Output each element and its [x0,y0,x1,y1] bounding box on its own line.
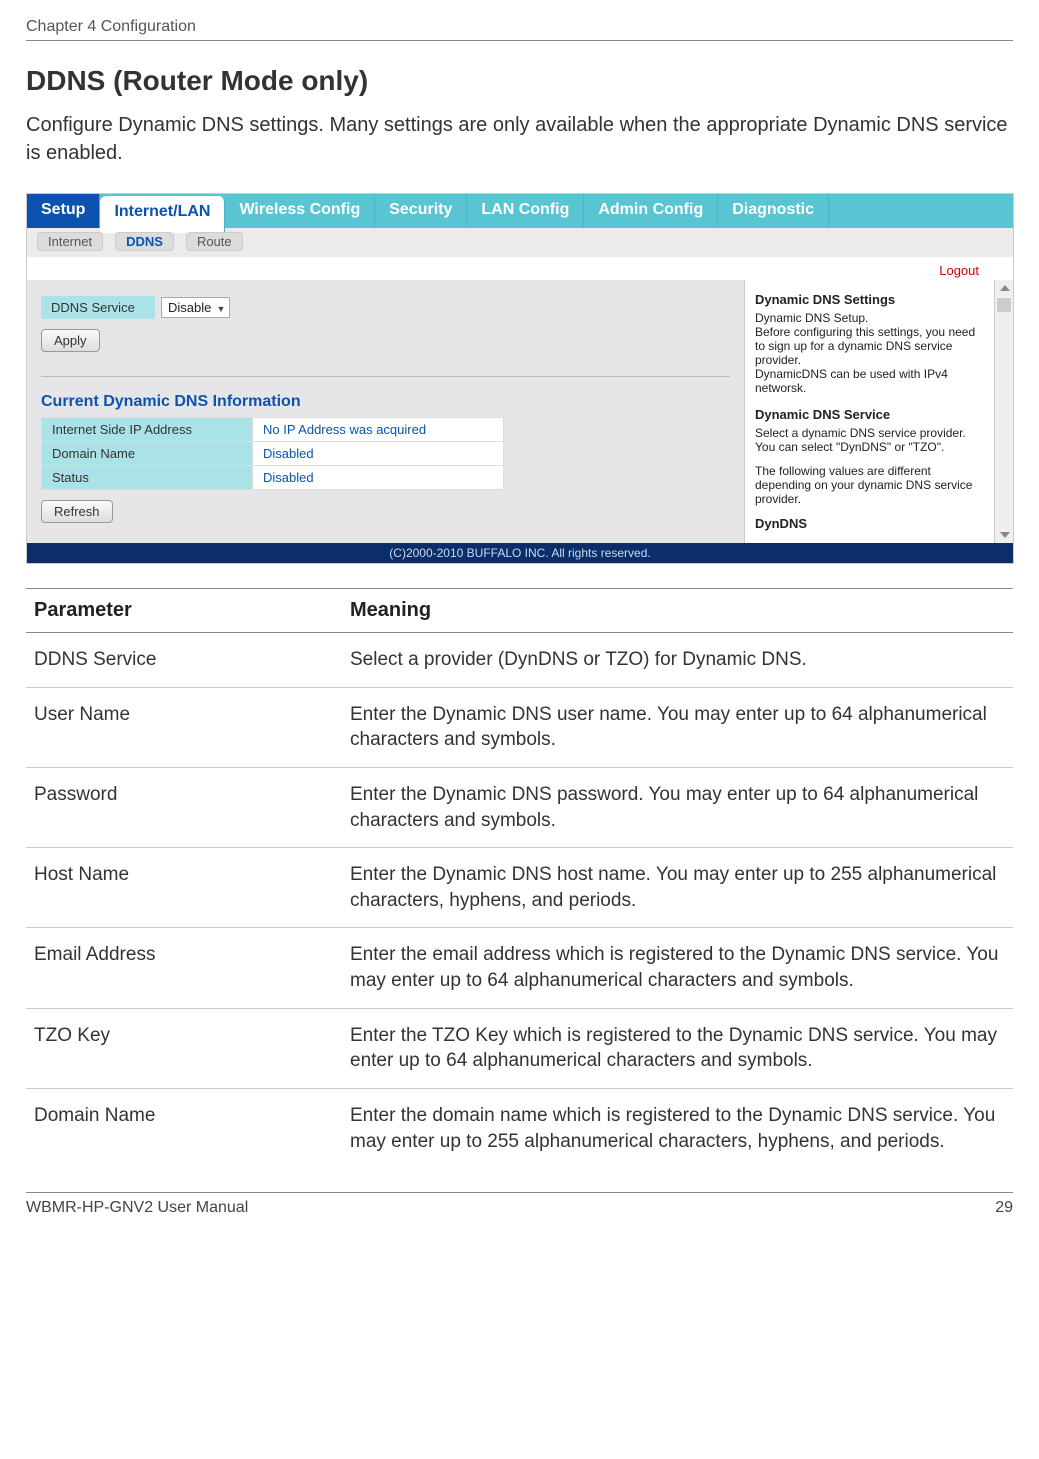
table-row: Host Name Enter the Dynamic DNS host nam… [26,848,1013,928]
tab-lan-config[interactable]: LAN Config [467,194,584,228]
router-ui-screenshot: Setup Internet/LAN Wireless Config Secur… [26,193,1014,564]
page-header: Chapter 4 Configuration [26,18,1013,41]
subtab-ddns[interactable]: DDNS [115,232,174,251]
param-name: Domain Name [26,1089,342,1169]
param-meaning: Enter the Dynamic DNS user name. You may… [342,687,1013,767]
subtab-route[interactable]: Route [186,232,243,251]
scroll-thumb[interactable] [997,298,1011,312]
param-meaning: Enter the TZO Key which is registered to… [342,1008,1013,1088]
chevron-down-icon: ▼ [216,304,225,314]
ddns-service-label: DDNS Service [41,296,155,319]
tab-wireless-config[interactable]: Wireless Config [225,194,375,228]
subtab-internet[interactable]: Internet [37,232,103,251]
param-meaning: Enter the Dynamic DNS password. You may … [342,767,1013,847]
param-name: TZO Key [26,1008,342,1088]
page-number: 29 [995,1199,1013,1217]
param-meaning: Enter the Dynamic DNS host name. You may… [342,848,1013,928]
param-name: Email Address [26,928,342,1008]
manual-title: WBMR-HP-GNV2 User Manual [26,1199,248,1217]
info-label: Domain Name [42,442,253,466]
section-title: DDNS (Router Mode only) [26,65,1013,97]
param-meaning: Enter the domain name which is registere… [342,1089,1013,1169]
table-row: Internet Side IP Address No IP Address w… [42,418,504,442]
param-name: User Name [26,687,342,767]
divider [41,376,730,377]
table-row: User Name Enter the Dynamic DNS user nam… [26,687,1013,767]
tab-internet-lan[interactable]: Internet/LAN [100,196,225,233]
help-heading-settings: Dynamic DNS Settings [755,292,985,307]
table-row: DDNS Service Select a provider (DynDNS o… [26,633,1013,688]
info-value: Disabled [253,466,504,490]
scroll-down-icon[interactable] [1000,532,1010,538]
intro-text: Configure Dynamic DNS settings. Many set… [26,111,1013,167]
refresh-button[interactable]: Refresh [41,500,113,523]
chapter-label: Chapter 4 Configuration [26,18,196,36]
param-meaning: Enter the email address which is registe… [342,928,1013,1008]
help-heading-service: Dynamic DNS Service [755,407,985,422]
param-name: Password [26,767,342,847]
param-name: Host Name [26,848,342,928]
table-row: Domain Name Enter the domain name which … [26,1089,1013,1169]
help-text: Select a dynamic DNS service provider. Y… [755,426,985,454]
main-tabs: Setup Internet/LAN Wireless Config Secur… [27,194,1013,228]
apply-button[interactable]: Apply [41,329,100,352]
help-cutoff: DynDNS [755,516,985,531]
table-header-meaning: Meaning [342,589,1013,633]
page-footer: WBMR-HP-GNV2 User Manual 29 [26,1192,1013,1217]
table-row: Domain Name Disabled [42,442,504,466]
ui-left-panel: DDNS Service Disable ▼ Apply Current Dyn… [27,280,744,543]
table-row: Email Address Enter the email address wh… [26,928,1013,1008]
table-row: Status Disabled [42,466,504,490]
parameter-table: Parameter Meaning DDNS Service Select a … [26,588,1013,1168]
tab-diagnostic[interactable]: Diagnostic [718,194,829,228]
tab-setup[interactable]: Setup [27,194,100,228]
ddns-service-select[interactable]: Disable ▼ [161,297,230,318]
info-label: Status [42,466,253,490]
tab-security[interactable]: Security [375,194,467,228]
help-text: Dynamic DNS Setup. Before configuring th… [755,311,985,395]
logout-link[interactable]: Logout [939,263,979,278]
current-dns-title: Current Dynamic DNS Information [41,393,730,411]
info-value: Disabled [253,442,504,466]
ddns-select-value: Disable [168,300,211,315]
copyright-bar: (C)2000-2010 BUFFALO INC. All rights res… [27,543,1013,563]
current-dns-info-table: Internet Side IP Address No IP Address w… [41,417,504,490]
help-text: The following values are different depen… [755,464,985,506]
info-value: No IP Address was acquired [253,418,504,442]
info-label: Internet Side IP Address [42,418,253,442]
ui-help-panel: Dynamic DNS Settings Dynamic DNS Setup. … [744,280,1013,543]
logout-row: Logout [27,257,1013,280]
table-header-parameter: Parameter [26,589,342,633]
param-name: DDNS Service [26,633,342,688]
table-row: TZO Key Enter the TZO Key which is regis… [26,1008,1013,1088]
table-row: Password Enter the Dynamic DNS password.… [26,767,1013,847]
param-meaning: Select a provider (DynDNS or TZO) for Dy… [342,633,1013,688]
scroll-up-icon[interactable] [1000,285,1010,291]
scrollbar[interactable] [994,280,1013,543]
tab-admin-config[interactable]: Admin Config [584,194,718,228]
